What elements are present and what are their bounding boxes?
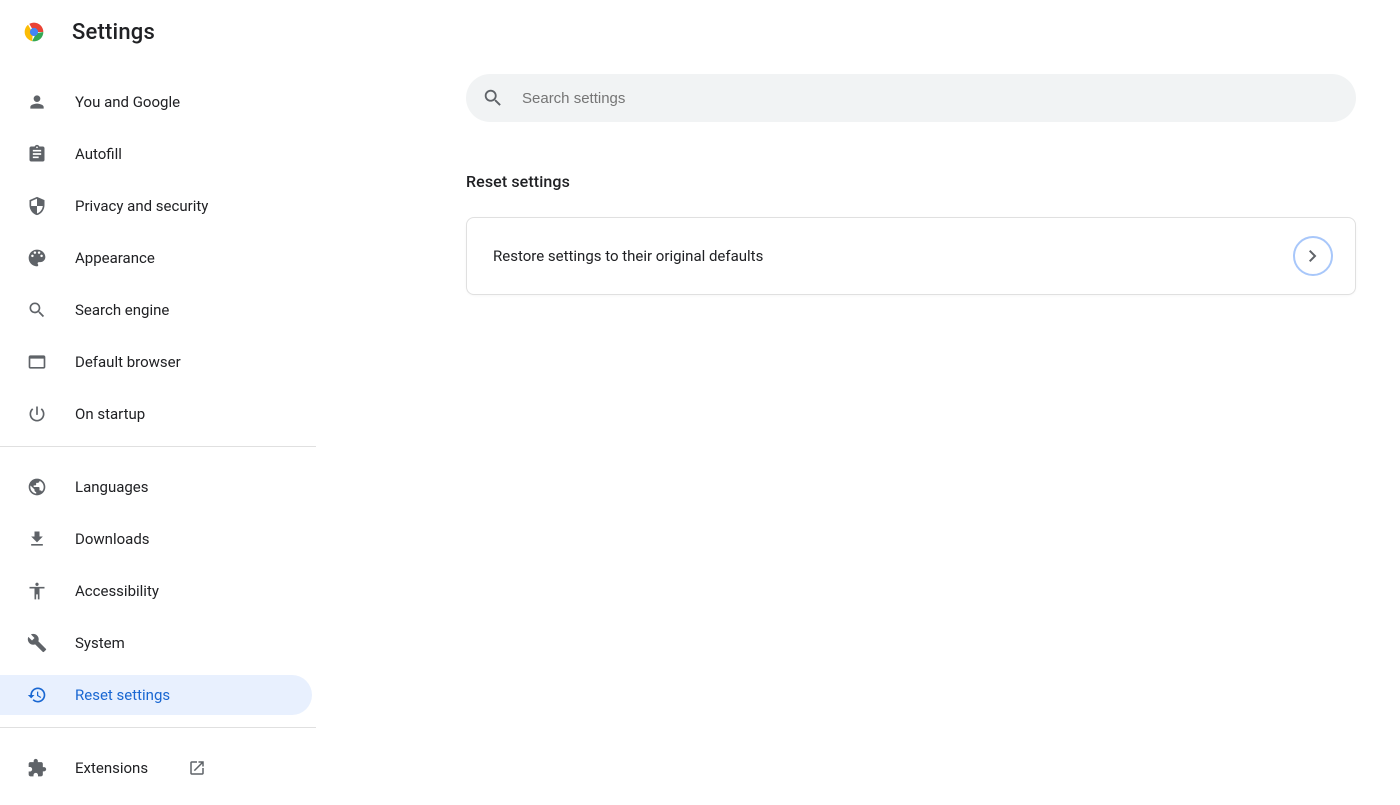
extension-icon xyxy=(27,758,47,778)
reset-icon xyxy=(27,685,47,705)
restore-defaults-card[interactable]: Restore settings to their original defau… xyxy=(466,217,1356,295)
person-icon xyxy=(27,92,47,112)
sidebar-item-label: Appearance xyxy=(75,249,155,267)
restore-defaults-arrow-button[interactable] xyxy=(1293,236,1333,276)
sidebar-item-privacy-security[interactable]: Privacy and security xyxy=(0,186,316,226)
section-title: Reset settings xyxy=(466,172,1356,191)
sidebar-item-you-and-google[interactable]: You and Google xyxy=(0,82,316,122)
restore-defaults-label: Restore settings to their original defau… xyxy=(493,247,763,265)
accessibility-icon xyxy=(27,581,47,601)
sidebar-item-label: Privacy and security xyxy=(75,197,208,215)
download-icon xyxy=(27,529,47,549)
sidebar-item-on-startup[interactable]: On startup xyxy=(0,394,316,434)
palette-icon xyxy=(27,248,47,268)
sidebar-item-label: Downloads xyxy=(75,530,150,548)
page-title: Settings xyxy=(72,20,155,45)
sidebar-item-extensions[interactable]: Extensions xyxy=(0,748,316,788)
search-bar[interactable] xyxy=(466,74,1356,122)
sidebar-item-label: Search engine xyxy=(75,301,169,319)
divider xyxy=(0,727,316,728)
sidebar-item-label: On startup xyxy=(75,405,145,423)
sidebar-item-label: Accessibility xyxy=(75,582,159,600)
sidebar-item-search-engine[interactable]: Search engine xyxy=(0,290,316,330)
browser-icon xyxy=(27,352,47,372)
sidebar-item-label: Languages xyxy=(75,478,149,496)
sidebar-item-label: You and Google xyxy=(75,93,180,111)
sidebar-item-languages[interactable]: Languages xyxy=(0,467,316,507)
power-icon xyxy=(27,404,47,424)
sidebar-item-system[interactable]: System xyxy=(0,623,316,663)
sidebar: You and Google Autofill Privacy and secu… xyxy=(0,64,316,805)
search-input[interactable] xyxy=(522,90,1340,107)
wrench-icon xyxy=(27,633,47,653)
external-link-icon xyxy=(188,759,206,777)
chrome-logo-icon xyxy=(20,18,48,46)
search-icon xyxy=(482,87,504,109)
main-content: Reset settings Restore settings to their… xyxy=(316,64,1400,805)
clipboard-icon xyxy=(27,144,47,164)
sidebar-item-autofill[interactable]: Autofill xyxy=(0,134,316,174)
sidebar-item-default-browser[interactable]: Default browser xyxy=(0,342,316,382)
sidebar-item-label: Autofill xyxy=(75,145,122,163)
chevron-right-icon xyxy=(1309,250,1317,262)
sidebar-item-downloads[interactable]: Downloads xyxy=(0,519,316,559)
header: Settings xyxy=(0,0,1400,64)
sidebar-item-reset-settings[interactable]: Reset settings xyxy=(0,675,312,715)
sidebar-item-label: Reset settings xyxy=(75,686,170,704)
sidebar-item-accessibility[interactable]: Accessibility xyxy=(0,571,316,611)
globe-icon xyxy=(27,477,47,497)
search-icon xyxy=(27,300,47,320)
divider xyxy=(0,446,316,447)
sidebar-item-appearance[interactable]: Appearance xyxy=(0,238,316,278)
sidebar-item-label: Extensions xyxy=(75,759,148,777)
shield-icon xyxy=(27,196,47,216)
sidebar-item-label: Default browser xyxy=(75,353,181,371)
sidebar-item-label: System xyxy=(75,634,125,652)
